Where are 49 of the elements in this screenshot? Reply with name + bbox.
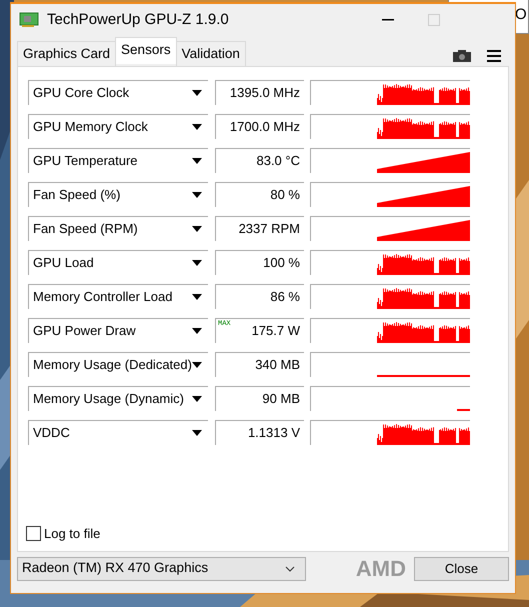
maximize-icon bbox=[428, 14, 440, 26]
graphics-card-icon bbox=[19, 12, 39, 28]
device-dropdown[interactable]: Radeon (TM) RX 470 Graphics bbox=[17, 556, 306, 580]
camera-icon[interactable] bbox=[453, 50, 471, 62]
caret-icon bbox=[192, 362, 202, 368]
sensor-value: 83.0 °C bbox=[256, 152, 300, 170]
sensor-dropdown[interactable]: GPU Load bbox=[28, 250, 208, 275]
caret-icon bbox=[192, 226, 202, 232]
tab[interactable]: Validation bbox=[176, 40, 246, 66]
caret-icon bbox=[192, 396, 202, 402]
sensor-dropdown[interactable]: GPU Power Draw bbox=[28, 318, 208, 343]
sensor-dropdown[interactable]: Memory Controller Load bbox=[28, 284, 208, 309]
sensor-value: 80 % bbox=[270, 186, 300, 204]
vendor-logo: AMD bbox=[356, 555, 406, 583]
sensor-dropdown[interactable]: GPU Core Clock bbox=[28, 80, 208, 105]
window-text: O bbox=[515, 6, 527, 23]
sensor-dropdown[interactable]: Fan Speed (RPM) bbox=[28, 216, 208, 241]
sensor-value: 1700.0 MHz bbox=[230, 118, 300, 136]
sensor-dropdown[interactable]: Memory Usage (Dedicated) bbox=[28, 352, 208, 377]
caret-icon bbox=[192, 90, 202, 96]
caret-icon bbox=[192, 328, 202, 334]
caret-icon bbox=[192, 294, 202, 300]
tab[interactable]: Graphics Card bbox=[17, 40, 116, 66]
checkbox-label: Log to file bbox=[44, 524, 100, 543]
caret-icon bbox=[192, 124, 202, 130]
sensor-value: 1395.0 MHz bbox=[230, 84, 300, 102]
sensor-value: 175.7 W bbox=[252, 322, 300, 340]
sensor-dropdown[interactable]: Memory Usage (Dynamic) bbox=[28, 386, 208, 411]
caret-icon bbox=[192, 260, 202, 266]
caret-icon bbox=[192, 192, 202, 198]
close-button[interactable]: Close bbox=[414, 556, 509, 580]
sensor-value: 2337 RPM bbox=[238, 220, 300, 238]
caret-icon bbox=[192, 158, 202, 164]
sensor-value: 86 % bbox=[270, 288, 300, 306]
sensor-value: 100 % bbox=[263, 254, 300, 272]
log-checkbox[interactable] bbox=[26, 526, 41, 541]
caret-icon bbox=[192, 430, 202, 436]
sensor-value: 1.1313 V bbox=[248, 424, 300, 442]
menu-icon[interactable] bbox=[487, 50, 501, 62]
sensor-dropdown[interactable]: Fan Speed (%) bbox=[28, 182, 208, 207]
window-title: TechPowerUp GPU-Z 1.9.0 bbox=[47, 10, 229, 30]
minimize-icon bbox=[382, 18, 394, 21]
sensor-value: 90 MB bbox=[262, 390, 300, 408]
sensor-dropdown[interactable]: GPU Memory Clock bbox=[28, 114, 208, 139]
sensor-dropdown[interactable]: GPU Temperature bbox=[28, 148, 208, 173]
sensor-dropdown[interactable]: VDDC bbox=[28, 420, 208, 445]
tab[interactable]: Sensors bbox=[115, 36, 177, 64]
chevron-icon bbox=[285, 566, 295, 572]
sensor-value: 340 MB bbox=[255, 356, 300, 374]
